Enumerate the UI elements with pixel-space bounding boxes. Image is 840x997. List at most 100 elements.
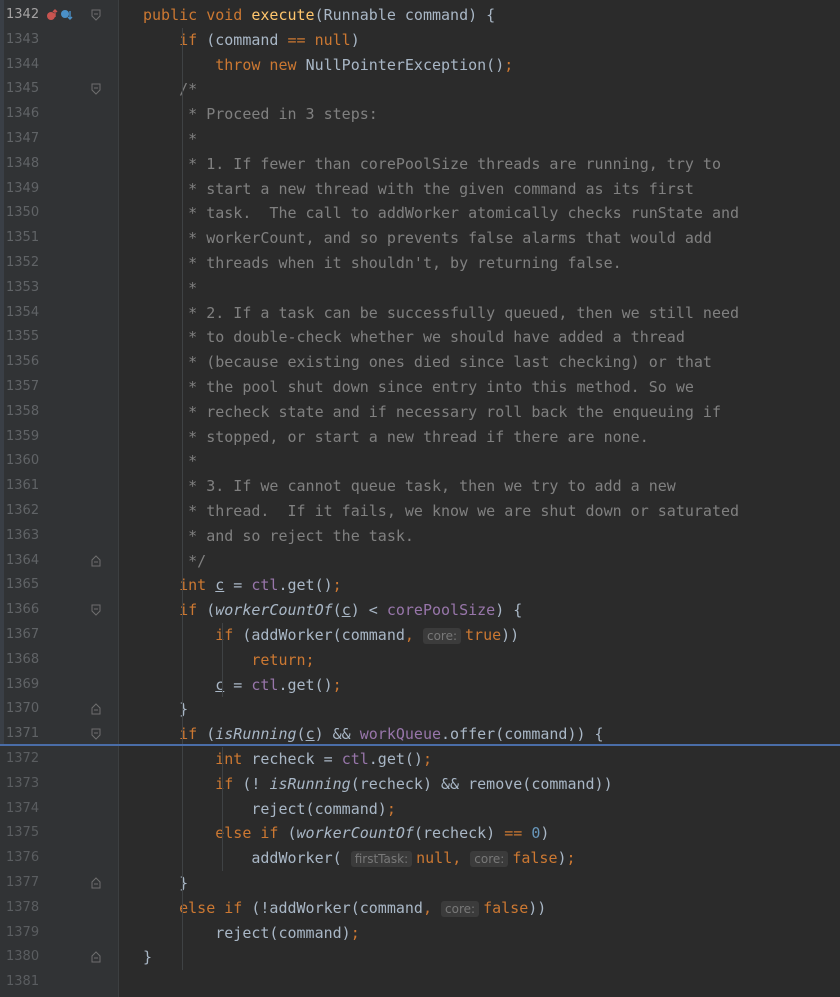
code-line[interactable]: 1370 }	[0, 697, 840, 722]
code-text[interactable]: reject(command);	[143, 921, 360, 946]
override-up-icon[interactable]	[46, 8, 58, 22]
code-text[interactable]: */	[143, 549, 206, 574]
fold-close-icon[interactable]	[90, 702, 104, 716]
code-text[interactable]: * the pool shut down since entry into th…	[143, 375, 694, 400]
code-line[interactable]: 1357 * the pool shut down since entry in…	[0, 375, 840, 400]
code-line[interactable]: 1377 }	[0, 871, 840, 896]
code-line[interactable]: 1367 if (addWorker(command, core: true))	[0, 623, 840, 648]
fold-close-icon[interactable]	[90, 950, 104, 964]
code-text[interactable]: int recheck = ctl.get();	[143, 747, 432, 772]
code-line[interactable]: 1359 * stopped, or start a new thread if…	[0, 425, 840, 450]
code-text[interactable]: * thread. If it fails, we know we are sh…	[143, 499, 739, 524]
code-line[interactable]: 1347 *	[0, 127, 840, 152]
fold-open-icon[interactable]	[90, 603, 104, 617]
code-token: if	[215, 626, 243, 644]
code-line[interactable]: 1369 c = ctl.get();	[0, 673, 840, 698]
code-line[interactable]: 1351 * workerCount, and so prevents fals…	[0, 226, 840, 251]
code-token: * (because existing ones died since last…	[188, 353, 712, 372]
code-line[interactable]: 1362 * thread. If it fails, we know we a…	[0, 499, 840, 524]
code-text[interactable]: addWorker( firstTask: null, core: false);	[143, 846, 576, 872]
code-line[interactable]: 1364 */	[0, 549, 840, 574]
code-text[interactable]: return;	[143, 648, 314, 673]
code-line[interactable]: 1343 if (command == null)	[0, 28, 840, 53]
line-number: 1352	[6, 255, 40, 270]
code-text[interactable]: * start a new thread with the given comm…	[143, 177, 694, 202]
code-line[interactable]: 1372 int recheck = ctl.get();	[0, 747, 840, 772]
fold-close-icon[interactable]	[90, 554, 104, 568]
code-token: *	[188, 130, 198, 148]
code-line[interactable]: 1366 if (workerCountOf(c) < corePoolSize…	[0, 598, 840, 623]
code-line[interactable]: 1346 * Proceed in 3 steps:	[0, 102, 840, 127]
code-text[interactable]: int c = ctl.get();	[143, 573, 342, 598]
code-line[interactable]: 1352 * threads when it shouldn't, by ret…	[0, 251, 840, 276]
fold-close-icon[interactable]	[90, 876, 104, 890]
code-line[interactable]: 1380}	[0, 945, 840, 970]
code-line[interactable]: 1342 public void execute(Runnable command…	[0, 3, 840, 28]
line-number: 1364	[6, 552, 40, 568]
code-line[interactable]: 1365 int c = ctl.get();	[0, 573, 840, 598]
editor-split-divider[interactable]	[0, 744, 840, 746]
code-line[interactable]: 1374 reject(command);	[0, 797, 840, 822]
code-line[interactable]: 1355 * to double-check whether we should…	[0, 325, 840, 350]
code-text[interactable]: else if (!addWorker(command, core: false)…	[143, 896, 546, 922]
code-token: ,	[422, 898, 442, 917]
code-token: workQueue	[359, 725, 442, 744]
code-editor[interactable]: 1342 public void execute(Runnable command…	[0, 0, 840, 997]
code-text[interactable]: if (addWorker(command, core: true))	[143, 623, 519, 649]
code-text[interactable]: * threads when it shouldn't, by returnin…	[143, 251, 621, 276]
code-text[interactable]: * Proceed in 3 steps:	[143, 102, 378, 127]
code-line[interactable]: 1345 /*	[0, 77, 840, 102]
code-text[interactable]: * 2. If a task can be successfully queue…	[143, 301, 739, 326]
code-text[interactable]: * (because existing ones died since last…	[143, 350, 712, 375]
code-line[interactable]: 1348 * 1. If fewer than corePoolSize thr…	[0, 152, 840, 177]
code-text[interactable]: public void execute(Runnable command) {	[143, 3, 495, 28]
code-text[interactable]: * recheck state and if necessary roll ba…	[143, 400, 721, 425]
code-line[interactable]: 1353 *	[0, 276, 840, 301]
code-text[interactable]: if (! isRunning(recheck) && remove(comma…	[143, 772, 612, 797]
code-text[interactable]: *	[143, 276, 197, 301]
code-text[interactable]: throw new NullPointerException();	[143, 53, 513, 78]
code-line[interactable]: 1379 reject(command);	[0, 921, 840, 946]
code-text[interactable]: * 3. If we cannot queue task, then we tr…	[143, 474, 676, 499]
gutter-markers[interactable]	[46, 3, 76, 28]
code-line[interactable]: 1356 * (because existing ones died since…	[0, 350, 840, 375]
code-text[interactable]: c = ctl.get();	[143, 673, 341, 698]
code-text[interactable]: * stopped, or start a new thread if ther…	[143, 425, 649, 450]
line-number: 1344	[6, 56, 40, 72]
code-text[interactable]: * 1. If fewer than corePoolSize threads …	[143, 152, 721, 177]
code-line[interactable]: 1368 return;	[0, 648, 840, 673]
code-line[interactable]: 1358 * recheck state and if necessary ro…	[0, 400, 840, 425]
code-text[interactable]: * workerCount, and so prevents false ala…	[143, 226, 712, 251]
code-text[interactable]: if (command == null)	[143, 28, 360, 53]
fold-open-icon[interactable]	[90, 8, 104, 22]
code-line[interactable]: 1381	[0, 970, 840, 995]
code-text[interactable]: *	[143, 449, 197, 474]
code-text[interactable]: *	[143, 127, 197, 152]
code-text[interactable]: * and so reject the task.	[143, 524, 414, 549]
implemented-down-icon[interactable]	[60, 8, 74, 22]
code-line[interactable]: 1361 * 3. If we cannot queue task, then …	[0, 474, 840, 499]
code-text[interactable]: * to double-check whether we should have…	[143, 325, 685, 350]
code-token: false	[483, 898, 529, 917]
code-text[interactable]: else if (workerCountOf(recheck) == 0)	[143, 821, 549, 846]
code-line[interactable]: 1363 * and so reject the task.	[0, 524, 840, 549]
code-line[interactable]: 1375 else if (workerCountOf(recheck) == …	[0, 821, 840, 846]
code-text[interactable]: /*	[143, 77, 197, 102]
code-line[interactable]: 1344 throw new NullPointerException();	[0, 53, 840, 78]
code-line[interactable]: 1350 * task. The call to addWorker atomi…	[0, 201, 840, 226]
code-text[interactable]: * task. The call to addWorker atomically…	[143, 201, 739, 226]
code-line[interactable]: 1378 else if (!addWorker(command, core: f…	[0, 896, 840, 921]
code-line[interactable]: 1376 addWorker( firstTask: null, core: fal…	[0, 846, 840, 871]
code-text[interactable]: if (workerCountOf(c) < corePoolSize) {	[143, 598, 522, 623]
fold-open-icon[interactable]	[90, 727, 104, 741]
fold-open-icon[interactable]	[90, 82, 104, 96]
code-text[interactable]: reject(command);	[143, 797, 396, 822]
code-line[interactable]: 1349 * start a new thread with the given…	[0, 177, 840, 202]
code-token: c	[341, 601, 351, 620]
code-token: (recheck)	[413, 824, 505, 843]
code-text[interactable]: }	[143, 945, 152, 970]
code-line[interactable]: 1354 * 2. If a task can be successfully …	[0, 301, 840, 326]
code-line[interactable]: 1360 *	[0, 449, 840, 474]
code-line[interactable]: 1373 if (! isRunning(recheck) && remove(…	[0, 772, 840, 797]
